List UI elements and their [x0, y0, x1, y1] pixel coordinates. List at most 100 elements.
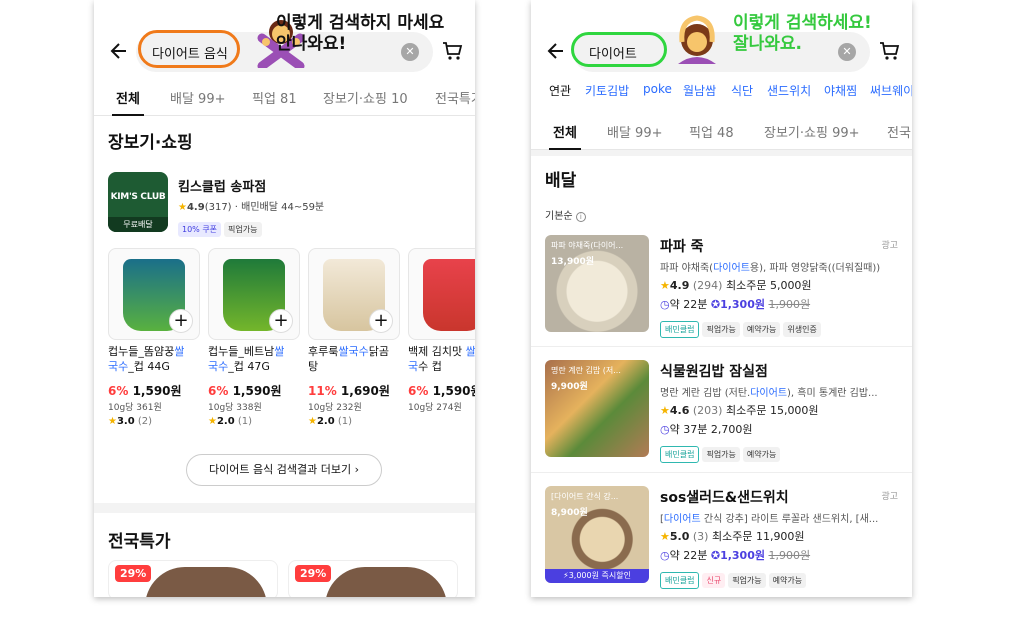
info-icon: i: [575, 212, 586, 222]
shop-chips: 배민클럽 신규 픽업가능 예약가능: [660, 568, 809, 589]
sort-dropdown[interactable]: 기본순 i: [545, 207, 586, 222]
product-name[interactable]: 후루룩쌀국수닭곰 탕: [308, 344, 404, 374]
cart-icon[interactable]: [878, 40, 900, 62]
related-keyword[interactable]: 샌드위치: [767, 82, 811, 99]
related-keyword[interactable]: 야채찜: [824, 82, 857, 99]
deal-card[interactable]: 29%: [108, 560, 278, 597]
shop-menu-desc: [다이어트 간식 강추] 라이트 루꼴라 샌드위치, [새...: [660, 514, 879, 525]
club-icon: ✪: [710, 549, 721, 562]
tab-delivery[interactable]: 배달 99+: [170, 88, 226, 107]
related-keyword[interactable]: 키토김밥: [585, 82, 629, 99]
image-price: 13,900원: [551, 257, 595, 267]
tab-pickup[interactable]: 픽업 81: [252, 88, 297, 107]
green-highlight: [571, 32, 667, 67]
product-name[interactable]: 컵누들_똠얌꿍쌀 국수_컵 44G: [108, 344, 204, 374]
pickup-chip: 픽업가능: [224, 222, 262, 237]
orange-highlight: [138, 30, 240, 68]
noodle-cup-image: [423, 259, 475, 331]
related-keyword[interactable]: 식단: [731, 82, 753, 99]
image-price: 9,900원: [551, 382, 588, 392]
store-reviews: (317): [204, 202, 232, 213]
shop-image[interactable]: 파파 야채죽(다이어... 13,900원: [545, 235, 649, 332]
related-keyword[interactable]: 써브웨이: [870, 82, 912, 99]
star-icon: ★: [178, 202, 187, 213]
unit-price: 10g당 232원: [308, 403, 362, 413]
tab-shopping[interactable]: 장보기·쇼핑 99+: [764, 122, 860, 141]
cart-icon[interactable]: [441, 40, 463, 62]
shop-menu-desc: 파파 야채죽(다이어트용), 파파 영양닭죽((더워질때)): [660, 263, 881, 274]
shop-chips: 배민클럽 픽업가능 예약가능 위생인증: [660, 317, 824, 338]
tab-national-deals[interactable]: 전국: [887, 122, 911, 141]
product-price: 6% 1,590원: [108, 384, 182, 398]
free-delivery-badge: 무료배달: [108, 217, 168, 232]
ok-gesture-emoji-icon: [678, 15, 716, 64]
product-card[interactable]: +: [208, 248, 300, 340]
more-results-button[interactable]: 다이어트 음식 검색결과 더보기 ›: [186, 454, 382, 486]
product-card[interactable]: [408, 248, 475, 340]
related-keyword[interactable]: poke: [643, 82, 672, 96]
shop-name[interactable]: 식물원김밥 잠실점: [660, 361, 768, 381]
back-arrow-icon[interactable]: [545, 40, 567, 62]
add-to-cart-button[interactable]: +: [169, 309, 193, 333]
ad-label: 광고: [881, 241, 898, 251]
add-to-cart-button[interactable]: +: [369, 309, 393, 333]
shop-image[interactable]: 명란 계란 김밥 (저... 9,900원: [545, 360, 649, 457]
shop-chips: 배민클럽 픽업가능 예약가능: [660, 442, 783, 463]
store-name[interactable]: 킴스클럽 송파점: [178, 176, 266, 195]
logo-text: KIM'S CLUB: [110, 192, 166, 202]
bad-search-note: 이렇게 검색하지 마세요 안나와요!: [276, 13, 445, 54]
shop-delivery-row: ◷약 22분 ✪1,300원 1,900원: [660, 549, 811, 562]
shop-rating-row: ★4.6 (203) 최소주문 15,000원: [660, 404, 819, 417]
row-separator: [531, 346, 912, 347]
unit-price: 10g당 338원: [208, 403, 262, 413]
back-arrow-icon[interactable]: [108, 40, 130, 62]
tab-all[interactable]: 전체: [553, 122, 577, 141]
discount-badge: 29%: [295, 565, 332, 582]
result-tabs: 전체 배달 99+ 픽업 81 장보기·쇼핑 10 전국특가: [94, 80, 475, 116]
shop-name[interactable]: sos샐러드&샌드위치: [660, 487, 789, 507]
shop-rating-row: ★5.0 (3) 최소주문 11,900원: [660, 530, 805, 543]
section-title: 장보기·쇼핑: [108, 133, 193, 153]
right-screen: 다이어트 ✕ 연관 키토김밥 poke 월남쌈 식단 샌드위치 야채찜 써브웨이…: [531, 0, 912, 597]
related-keyword[interactable]: 월남쌈: [683, 82, 716, 99]
store-rating: 4.9: [186, 202, 205, 213]
shop-image[interactable]: [다이어트 간식 강... 8,900원 ⚡3,000원 즉시할인: [545, 486, 649, 583]
result-tabs: 전체 배달 99+ 픽업 48 장보기·쇼핑 99+ 전국: [531, 114, 912, 150]
product-card[interactable]: +: [308, 248, 400, 340]
product-rating: ★2.0 (1): [308, 416, 353, 427]
instant-discount-badge: ⚡3,000원 즉시할인: [545, 569, 649, 583]
unit-price: 10g당 274원: [408, 403, 462, 413]
product-name[interactable]: 백제 김치맛 쌀 국수 컵: [408, 344, 475, 374]
store-chips: 10% 쿠폰 픽업가능: [178, 217, 265, 237]
image-price: 8,900원: [551, 508, 588, 518]
related-label: 연관: [549, 84, 572, 98]
left-screen: 다이어트 음식 ✕ 전체 배달 99+ 픽업 81 장보기·쇼핑 10 전국특가…: [94, 0, 475, 597]
deal-image: [325, 567, 447, 597]
store-logo[interactable]: KIM'S CLUB 무료배달: [108, 172, 168, 232]
tab-national-deals[interactable]: 전국특가: [435, 88, 475, 107]
product-rating: ★2.0 (1): [208, 416, 253, 427]
product-card[interactable]: +: [108, 248, 200, 340]
section-divider: [94, 503, 475, 513]
product-rating: ★3.0 (2): [108, 416, 153, 427]
deal-image: [145, 567, 267, 597]
add-to-cart-button[interactable]: +: [269, 309, 293, 333]
coupon-chip: 10% 쿠폰: [178, 222, 222, 237]
deal-card[interactable]: 29%: [288, 560, 458, 597]
clock-icon: ◷: [660, 549, 670, 562]
store-delivery: · 배민배달 44~59분: [234, 202, 325, 213]
tab-pickup[interactable]: 픽업 48: [689, 122, 734, 141]
tab-delivery[interactable]: 배달 99+: [607, 122, 663, 141]
chevron-right-icon: ›: [354, 463, 359, 476]
shop-rating-row: ★4.9 (294) 최소주문 5,000원: [660, 279, 812, 292]
product-price: 6% 1,590원: [408, 384, 475, 398]
shop-name[interactable]: 파파 죽: [660, 236, 704, 256]
discount-badge: 29%: [115, 565, 152, 582]
product-price: 6% 1,590원: [208, 384, 282, 398]
tab-underline: [112, 114, 144, 116]
tab-shopping[interactable]: 장보기·쇼핑 10: [323, 88, 408, 107]
tab-all[interactable]: 전체: [116, 88, 140, 107]
shop-delivery-row: ◷약 22분 ✪1,300원 1,900원: [660, 298, 811, 311]
product-name[interactable]: 컵누들_베트남쌀 국수_컵 47G: [208, 344, 304, 374]
store-meta: ★4.9(317) · 배민배달 44~59분: [178, 198, 324, 213]
